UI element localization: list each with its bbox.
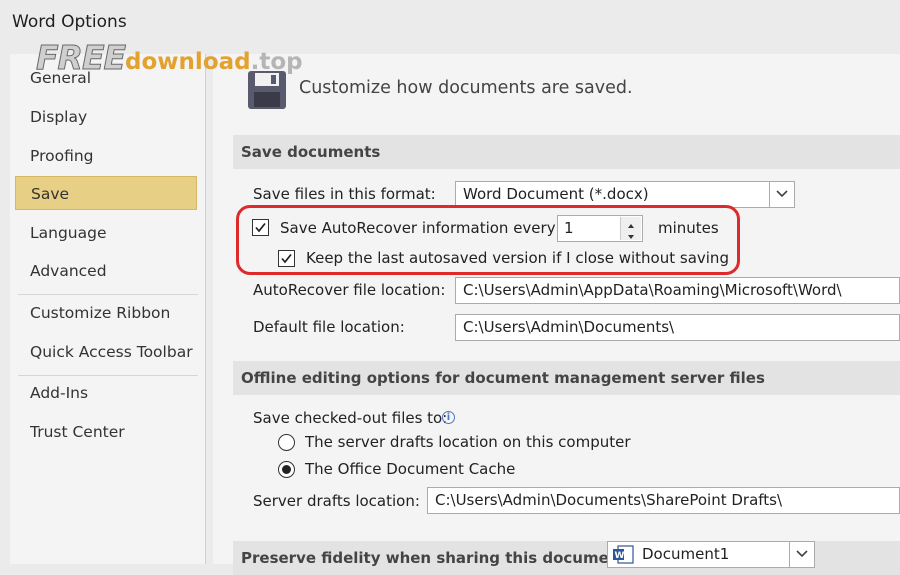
format-label: Save files in this format: (253, 185, 436, 203)
info-icon[interactable]: i (442, 411, 455, 424)
sidebar-item-proofing[interactable]: Proofing (15, 139, 197, 173)
sidebar-item-advanced[interactable]: Advanced (15, 254, 197, 288)
sidebar-item-trust-center[interactable]: Trust Center (15, 415, 197, 449)
sidebar-item-customize-ribbon[interactable]: Customize Ribbon (15, 296, 197, 330)
server-drafts-location-field[interactable]: C:\Users\Admin\Documents\SharePoint Draf… (427, 487, 900, 514)
server-drafts-location-label: Server drafts location: (253, 492, 420, 510)
svg-text:W: W (615, 551, 625, 561)
page-intro: Customize how documents are saved. (299, 78, 633, 98)
autorecover-location-label: AutoRecover file location: (253, 281, 446, 299)
watermark-free: FREE (35, 38, 126, 78)
default-location-label: Default file location: (253, 318, 405, 336)
default-location-field[interactable]: C:\Users\Admin\Documents\ (455, 314, 900, 341)
radio-office-document-cache-label: The Office Document Cache (305, 460, 516, 478)
word-document-icon: W (613, 545, 634, 564)
highlight-annotation (236, 205, 740, 275)
sidebar-item-add-ins[interactable]: Add-Ins (15, 376, 197, 410)
checked-out-label: Save checked-out files to: (253, 409, 448, 427)
sidebar-item-quick-access-toolbar[interactable]: Quick Access Toolbar (15, 335, 197, 369)
watermark-logo: FREEdownload.top (35, 38, 303, 78)
chevron-down-icon (796, 550, 808, 558)
radio-server-drafts-label: The server drafts location on this compu… (305, 433, 631, 451)
window-title: Word Options (12, 12, 127, 32)
radio-server-drafts[interactable] (278, 434, 295, 451)
section-offline-editing: Offline editing options for document man… (233, 361, 900, 395)
radio-selected-dot (282, 465, 291, 474)
watermark-top: .top (250, 49, 303, 75)
autorecover-location-field[interactable]: C:\Users\Admin\AppData\Roaming\Microsoft… (455, 277, 900, 304)
chevron-down-icon (776, 190, 788, 198)
radio-office-document-cache[interactable] (278, 461, 295, 478)
sidebar-item-language[interactable]: Language (15, 216, 197, 250)
options-sidebar: General Display Proofing Save Language A… (10, 54, 206, 564)
watermark-download: download (125, 49, 251, 75)
format-select[interactable]: Word Document (*.docx) (455, 181, 771, 208)
format-dropdown-button[interactable] (769, 181, 795, 208)
sidebar-item-display[interactable]: Display (15, 100, 197, 134)
sidebar-divider (18, 294, 198, 295)
sidebar-item-save[interactable]: Save (15, 176, 197, 210)
section-save-documents: Save documents (233, 135, 900, 169)
